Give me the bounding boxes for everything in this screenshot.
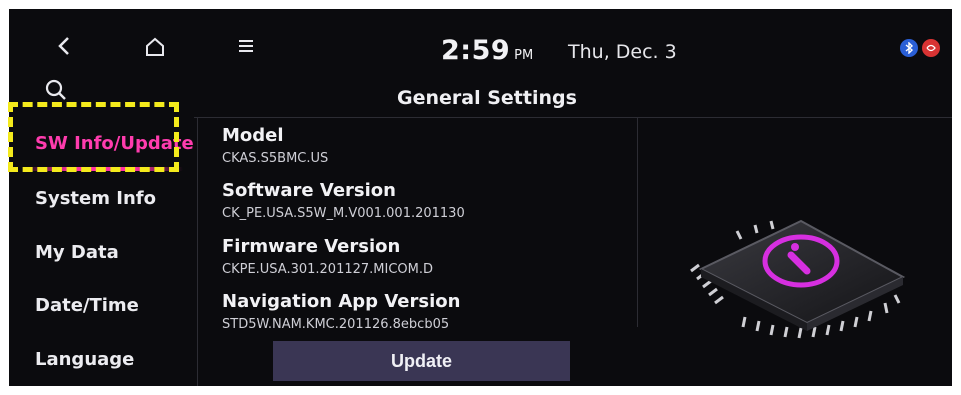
clock: 2:59 PM (441, 35, 533, 66)
sidebar-item-system-info[interactable]: System Info (35, 188, 156, 209)
software-version-label: Software Version (222, 180, 396, 201)
model-value: CKAS.S5BMC.US (222, 151, 329, 166)
sidebar-divider (197, 117, 198, 386)
clock-time: 2:59 (441, 35, 511, 66)
navigation-app-version-value: STD5W.NAM.KMC.201126.8ebcb05 (222, 317, 450, 332)
update-button[interactable]: Update (273, 341, 570, 381)
search-button[interactable] (41, 75, 71, 105)
software-version-value: CK_PE.USA.S5W_M.V001.001.201130 (222, 206, 465, 221)
home-button[interactable] (141, 33, 169, 61)
voice-icon (922, 39, 940, 57)
content-divider (637, 117, 638, 327)
sidebar-item-my-data[interactable]: My Data (35, 242, 119, 263)
page-title: General Settings (397, 87, 577, 109)
clock-ampm: PM (514, 48, 534, 63)
back-arrow-icon (58, 37, 69, 55)
menu-icon (239, 40, 253, 52)
search-icon (45, 79, 66, 100)
bluetooth-icon (900, 39, 918, 57)
firmware-version-value: CKPE.USA.301.201127.MICOM.D (222, 262, 434, 277)
status-icons (900, 39, 940, 57)
home-icon (146, 37, 164, 56)
firmware-version-label: Firmware Version (222, 236, 401, 257)
back-button[interactable] (51, 31, 77, 61)
title-divider (194, 117, 952, 118)
navigation-app-version-label: Navigation App Version (222, 291, 461, 312)
highlight-annotation (8, 102, 179, 172)
sidebar-item-language[interactable]: Language (35, 349, 134, 370)
date-display: Thu, Dec. 3 (568, 41, 677, 63)
chip-info-icon (690, 219, 906, 339)
infotainment-screen: 2:59 PM Thu, Dec. 3 General Settings SW I… (9, 9, 952, 386)
model-label: Model (222, 125, 284, 146)
sidebar-item-date-time[interactable]: Date/Time (35, 295, 139, 316)
menu-button[interactable] (235, 35, 257, 57)
